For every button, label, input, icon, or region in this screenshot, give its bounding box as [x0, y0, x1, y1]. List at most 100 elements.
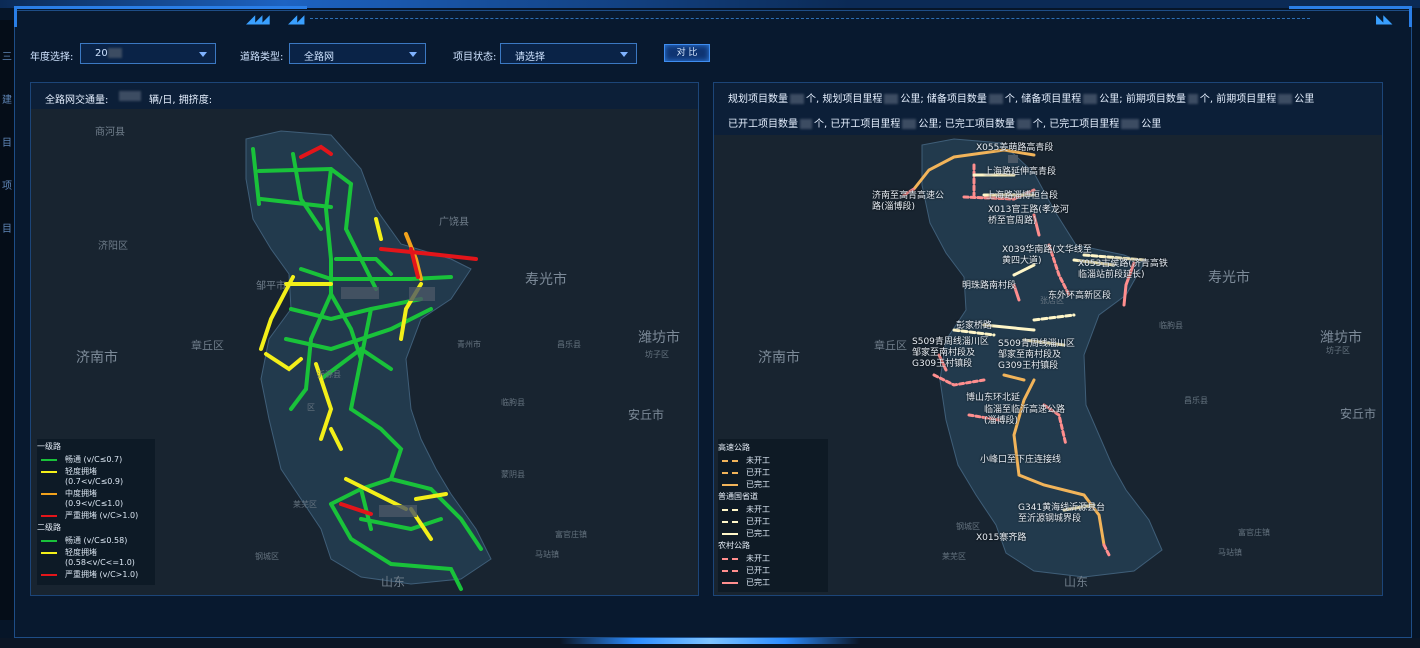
legend-swatch: [41, 540, 57, 542]
legend-group-title: 高速公路: [718, 443, 750, 452]
legend-group-title: 普通国省道: [718, 492, 758, 501]
blurred-label: [409, 287, 435, 301]
legend-label: 严重拥堵 (v/C>1.0): [65, 511, 139, 520]
left-edge-strip: 三 建 目 项 目: [0, 20, 14, 620]
project-stats-line-2: 已开工项目数量 个, 已开工项目里程 公里; 已完工项目数量 个, 已完工项目里程 公里: [728, 119, 1162, 130]
map-city-label: 安丘市: [628, 408, 665, 422]
map-town-label: 区: [307, 403, 315, 412]
map-town-label: 坊子区: [645, 350, 669, 359]
traffic-map[interactable]: 济南市 寿光市 潍坊市 安丘市 章丘区 商河县 济阳区 邹平市 广饶县 青州市 …: [31, 109, 698, 595]
road-type-label: 道路类型:: [240, 52, 284, 63]
legend-swatch: [41, 552, 57, 554]
year-select[interactable]: 20: [80, 43, 216, 64]
map-town-label: 马站镇: [535, 550, 559, 559]
project-map[interactable]: 济南市 寿光市 潍坊市 安丘市 章丘区 张店区 山东 昌乐县 临朐县 莱芜区 钢…: [714, 135, 1382, 595]
map-town-label: 邹平市: [256, 281, 286, 292]
legend-label: 轻度拥堵 (0.7<v/C≤0.9): [65, 467, 124, 486]
road-project-label: 济南至高青高速公路(淄博段): [872, 191, 945, 212]
legend-swatch: [722, 582, 738, 584]
road-project-label: 东外环高新区段: [1048, 291, 1112, 301]
road-project-label: 明珠路南村段: [962, 281, 1017, 291]
network-traffic-label: 全路网交通量:: [45, 95, 109, 106]
map-town-label: 商河县: [95, 127, 125, 138]
map-city-label: 寿光市: [525, 272, 567, 288]
traffic-legend: 一级路 畅通 (v/C≤0.7) 轻度拥堵 (0.7<v/C≤0.9) 中度拥堵…: [37, 439, 155, 585]
blurred-value: [107, 48, 122, 58]
road-project-label: 临淄至临沂高速公路(淄博段): [984, 405, 1066, 426]
legend-swatch: [722, 472, 738, 474]
chevron-down-icon: [409, 52, 417, 57]
legend-group-title: 一级路: [37, 442, 61, 451]
map-town-label: 坊子区: [1326, 346, 1350, 355]
blurred-value: [119, 91, 141, 101]
blurred-label: [379, 505, 417, 517]
project-stats-line-1: 规划项目数量 个, 规划项目里程 公里; 储备项目数量 个, 储备项目里程 公里; 前期…: [728, 94, 1315, 105]
map-city-label: 济南市: [758, 350, 800, 366]
traffic-panel-header: 全路网交通量: 辆/日, 拥挤度:: [31, 83, 698, 109]
dashed-divider: [310, 18, 1310, 19]
year-select-value: 20: [95, 48, 108, 59]
legend-swatch: [41, 459, 57, 461]
map-town-label: 广饶县: [439, 217, 469, 228]
road-project-label: 彭家桥路: [956, 321, 993, 331]
map-town-label: 富官庄镇: [555, 530, 587, 539]
congestion-label: 辆/日, 拥挤度:: [149, 95, 213, 106]
map-city-label: 寿光市: [1208, 270, 1250, 286]
compare-button[interactable]: 对 比: [664, 44, 710, 62]
road-project-label: 上海路延伸高青段: [984, 167, 1057, 177]
legend-label: 中度拥堵 (0.9<v/C≤1.0): [65, 489, 124, 508]
legend-group-title: 二级路: [37, 523, 61, 532]
chevron-decoration-icon: ◢◢: [288, 12, 305, 26]
map-town-label: 莱芜区: [942, 552, 966, 561]
legend-swatch: [722, 533, 738, 535]
map-town-label: 章丘区: [191, 339, 224, 352]
map-city-label: 潍坊市: [1320, 330, 1362, 346]
legend-swatch: [722, 460, 738, 462]
status-select[interactable]: 请选择: [500, 43, 637, 64]
road-project-label: X055姜萌路高青段: [976, 143, 1054, 153]
road-project-label: G341黄海线沂源县台至沂源钢城界段: [1018, 503, 1106, 524]
map-town-label: 临朐县: [1159, 321, 1183, 330]
blurred-label: [341, 287, 379, 299]
map-town-label: 昌乐县: [1184, 396, 1208, 405]
map-city-label: 潍坊市: [638, 330, 680, 346]
project-panel-header: 规划项目数量 个, 规划项目里程 公里; 储备项目数量 个, 储备项目里程 公里; 前期…: [714, 83, 1382, 135]
map-town-label: 青州市: [457, 340, 481, 349]
project-map-panel: 规划项目数量 个, 规划项目里程 公里; 储备项目数量 个, 储备项目里程 公里; 前期…: [713, 82, 1383, 596]
road-project-label: X013官王路(孝龙河桥至官周路): [988, 205, 1069, 226]
map-town-label: 昌乐县: [557, 340, 581, 349]
blurred-label: [1008, 155, 1018, 163]
road-type-select[interactable]: 全路网: [289, 43, 426, 64]
map-town-label: 马站镇: [1218, 548, 1242, 557]
map-city-label: 济南市: [76, 350, 118, 366]
map-town-label: 山东: [381, 575, 406, 589]
legend-group-title: 农村公路: [718, 541, 750, 550]
map-town-label: 莱芜区: [293, 500, 317, 509]
road-project-label: X053古侯路(济青高铁临淄站前段延长): [1078, 259, 1168, 280]
legend-swatch: [722, 509, 738, 511]
map-town-label: 沂源县: [317, 370, 341, 379]
map-town-label: 山东: [1064, 575, 1089, 589]
legend-swatch: [41, 574, 57, 576]
legend-label: 畅通 (v/C≤0.7): [65, 455, 123, 464]
map-town-label: 钢城区: [956, 522, 980, 531]
chevron-down-icon: [199, 52, 207, 57]
legend-swatch: [41, 493, 57, 495]
traffic-map-panel: 全路网交通量: 辆/日, 拥挤度: 济南市 寿光市 潍坊市 安丘市 章丘区 商河…: [30, 82, 699, 596]
road-project-label: 博山东环北延: [966, 393, 1021, 403]
legend-swatch: [722, 570, 738, 572]
status-label: 项目状态:: [453, 52, 497, 63]
road-project-label: S509青周线淄川区邹家至南村段及G309王村镇段: [998, 339, 1075, 371]
legend-label: 严重拥堵 (v/C>1.0): [65, 570, 139, 579]
project-legend: 高速公路 未开工 已开工 已完工 普通国省道 未开工 已开工 已完工 农村公路 …: [718, 439, 828, 592]
status-select-value: 请选择: [515, 52, 545, 63]
bottom-glow: [560, 638, 860, 644]
road-project-label: 上海路淄博桓台段: [986, 191, 1059, 201]
legend-swatch: [41, 515, 57, 517]
legend-label: 畅通 (v/C≤0.58): [65, 536, 128, 545]
map-town-label: 蒙阴县: [501, 470, 525, 479]
corner-decoration-top-right: [1289, 6, 1412, 27]
legend-label: 轻度拥堵 (0.58<v/C<=1.0): [65, 548, 135, 567]
map-city-label: 安丘市: [1340, 407, 1377, 421]
road-project-label: S509青周线淄川区邹家至南村段及G309王村镇段: [912, 337, 989, 369]
